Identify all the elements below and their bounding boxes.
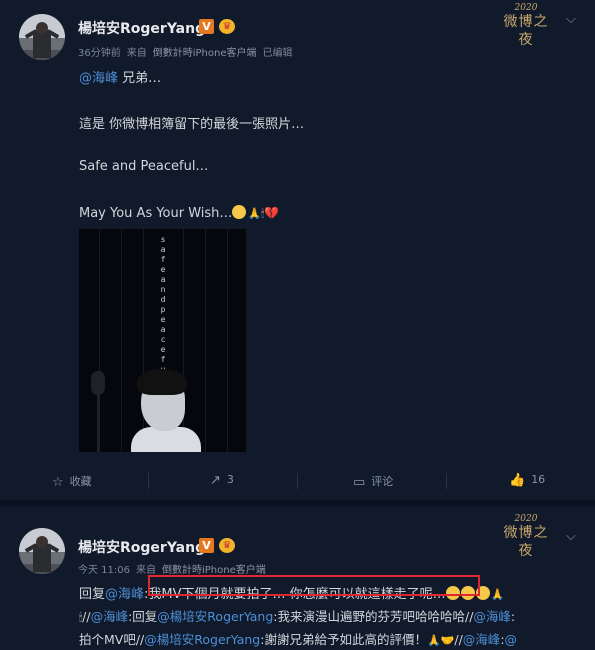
mention-link[interactable]: @海峰 (463, 632, 501, 647)
event-logo[interactable]: 2020 微博之夜 (499, 514, 553, 560)
event-logo[interactable]: 2020 微博之夜 (499, 3, 553, 49)
mention-link[interactable]: @ (505, 632, 518, 647)
pray-emoji-icon: 🙏 (247, 207, 262, 220)
post-actions: ☆ 收藏 ↗ 3 ▭ 评论 👍 16 (0, 463, 595, 500)
verified-icon: V (199, 19, 214, 34)
post-text: :謝謝兄弟給予如此高的評價！ (260, 632, 427, 647)
mention-link[interactable]: @楊培安RogerYang (144, 632, 260, 647)
handshake-emoji-icon: 🤝 (440, 634, 455, 647)
favorite-button[interactable]: ☆ 收藏 (52, 473, 92, 490)
mention-link[interactable]: @楊培安RogerYang (157, 609, 273, 624)
edited-label[interactable]: 已编辑 (263, 48, 293, 59)
comment-button[interactable]: ▭ 评论 (353, 473, 393, 490)
weibo-post-1: 楊培安RogerYang V ♛ 36分钟前 来自 倒數計時iPhone客户端 已编辑… (0, 0, 595, 500)
post-line: May You As Your Wish… 🙏🕯💔 (79, 205, 279, 221)
post-source[interactable]: 倒數計時iPhone客户端 (153, 48, 257, 59)
event-logo-year: 2020 (514, 3, 538, 13)
mention-link[interactable]: @海峰 (473, 609, 511, 624)
post-text: // (82, 609, 91, 624)
post-meta: 36分钟前 来自 倒數計時iPhone客户端 已编辑 (78, 44, 299, 59)
post-text: 拍个MV吧// (79, 632, 145, 647)
post-line: 這是 你微博相簿留下的最後一張照片… (79, 117, 305, 132)
chevron-down-icon[interactable]: ⌵ (566, 529, 576, 544)
comment-icon: ▭ (353, 475, 366, 490)
username[interactable]: 楊培安RogerYang (78, 18, 205, 38)
post-text: :我来演漫山遍野的芬芳吧哈哈哈哈// (273, 609, 474, 624)
like-count: 16 (531, 473, 546, 486)
post-text: // (454, 632, 463, 647)
event-logo-year: 2020 (514, 514, 538, 524)
post-time[interactable]: 今天 11:06 (78, 565, 130, 576)
highlight-box (148, 575, 480, 596)
event-logo-name: 微博之夜 (503, 525, 549, 559)
repost-count: 3 (226, 473, 234, 486)
post-text: May You As Your Wish… (79, 206, 233, 221)
verified-icon: V (199, 538, 214, 553)
chevron-down-icon[interactable]: ⌵ (566, 12, 576, 27)
mention-link[interactable]: @海峰 (91, 609, 129, 624)
mention-link[interactable]: @海峰 (79, 71, 118, 86)
like-button[interactable]: 👍 16 (509, 473, 545, 488)
mention-link[interactable]: @海峰 (105, 587, 144, 602)
crying-emoji-icon (232, 205, 247, 219)
favorite-icon: ☆ (52, 475, 64, 490)
post-line: 拍个MV吧//@楊培安RogerYang:謝謝兄弟給予如此高的評價！🙏🤝//@海… (79, 629, 517, 648)
broken-heart-emoji-icon: 💔 (264, 206, 280, 220)
post-time[interactable]: 36分钟前 (78, 48, 121, 59)
post-line: Safe and Peaceful… (79, 159, 209, 174)
crown-badge-icon: ♛ (219, 538, 235, 553)
crown-badge-icon: ♛ (219, 19, 235, 34)
reply-label: 回复 (79, 587, 106, 602)
post-text: 兄弟… (118, 71, 162, 86)
avatar[interactable] (19, 14, 65, 60)
post-image[interactable]: safe and peaceful (79, 229, 246, 452)
microphone-icon (91, 371, 105, 395)
post-meta: 今天 11:06 来自 倒數計時iPhone客户端 (78, 561, 272, 576)
post-text: :回复 (128, 609, 158, 624)
username[interactable]: 楊培安RogerYang (78, 537, 205, 557)
pray-emoji-icon: 🙏 (490, 588, 505, 601)
event-logo-name: 微博之夜 (503, 14, 549, 48)
post-text: : (510, 609, 516, 624)
repost-button[interactable]: ↗ 3 (210, 473, 234, 488)
repost-icon: ↗ (210, 473, 221, 488)
avatar[interactable] (19, 528, 65, 574)
poster-vertical-text: safe and peaceful (160, 235, 166, 384)
post-line: @海峰 兄弟… (79, 67, 161, 86)
clap-emoji-icon: 🙏 (426, 634, 441, 647)
comment-label: 评论 (371, 475, 394, 488)
source-prefix: 来自 (126, 48, 147, 59)
favorite-label: 收藏 (69, 475, 92, 488)
post-line: 🕯//@海峰:回复@楊培安RogerYang:我来演漫山遍野的芬芳吧哈哈哈哈//… (79, 606, 515, 625)
like-icon: 👍 (509, 473, 526, 488)
